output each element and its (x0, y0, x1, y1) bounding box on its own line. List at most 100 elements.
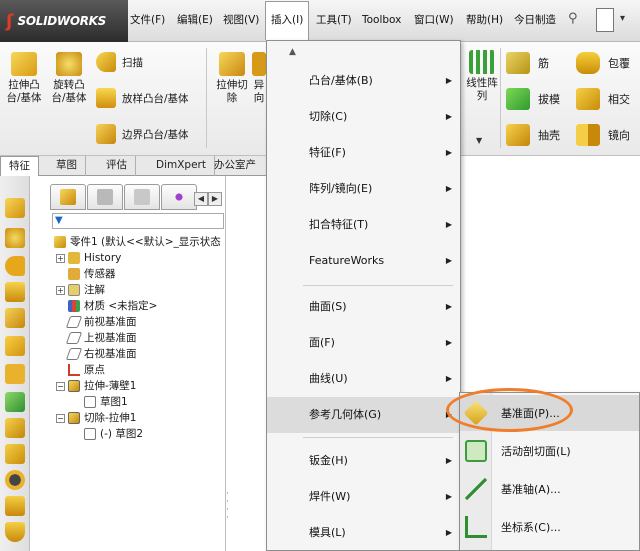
menu-window[interactable]: 窗口(W) (414, 0, 454, 40)
tree-item-front-plane[interactable]: 前视基准面 (65, 314, 137, 330)
menu-item-face[interactable]: 面(F) ▶ (267, 325, 460, 361)
propertymanager-tab[interactable] (87, 184, 123, 210)
delete-body-icon[interactable] (5, 470, 25, 490)
submenu-item-live-section-plane[interactable]: 活动剖切面(L) (460, 433, 639, 469)
tree-filter-field[interactable]: ▼ (52, 213, 224, 229)
menu-item-pattern-mirror[interactable]: 阵列/镜向(E) ▶ (267, 171, 460, 207)
intersect-button[interactable]: 相交 (576, 88, 630, 110)
plane-icon[interactable] (5, 364, 25, 384)
nav-right-icon[interactable]: ▶ (208, 192, 222, 206)
shell-icon[interactable] (5, 418, 25, 438)
revolve-boss-button[interactable]: 旋转凸 台/基体 (48, 52, 90, 105)
tab-dimxpert[interactable]: DimXpert (148, 156, 215, 176)
submenu-item-coordinate-system[interactable]: 坐标系(C)... (460, 509, 639, 545)
submenu-item-axis[interactable]: 基准轴(A)... (460, 471, 639, 507)
menu-item-fastening-feature[interactable]: 扣合特征(T) ▶ (267, 207, 460, 243)
tree-item-origin[interactable]: 原点 (68, 362, 105, 378)
tree-item-cut-extrude1[interactable]: − 切除-拉伸1 (56, 410, 136, 426)
menu-item-cut[interactable]: 切除(C) ▶ (267, 99, 460, 135)
tree-item-history[interactable]: + History (56, 250, 121, 266)
expand-icon[interactable]: + (56, 285, 65, 295)
menu-made-today[interactable]: 今日制造 (514, 0, 556, 40)
boundary-boss-button[interactable]: 边界凸台/基体 (96, 124, 189, 144)
menu-help[interactable]: 帮助(H) (466, 0, 503, 40)
extrude-feature-icon (68, 380, 80, 392)
loft-icon[interactable] (5, 282, 25, 302)
draft-icon[interactable] (5, 392, 25, 412)
menu-item-sheet-metal[interactable]: 钣金(H) ▶ (267, 443, 460, 479)
insert-menu-dropdown: ▲ 凸台/基体(B) ▶ 切除(C) ▶ 特征(F) ▶ 阵列/镜向(E) ▶ 扣合特征… (266, 40, 461, 551)
extrude-cut-button[interactable]: 拉伸切 除 (211, 52, 253, 105)
tree-item-top-plane[interactable]: 上视基准面 (65, 330, 137, 346)
tree-item-material[interactable]: 材质 <未指定> (68, 298, 157, 314)
shell-button[interactable]: 抽壳 (506, 124, 560, 146)
rib-button[interactable]: 筋 (506, 52, 549, 74)
split-icon[interactable] (5, 522, 25, 542)
ribbon-separator (500, 48, 501, 148)
revolve-icon[interactable] (5, 228, 25, 248)
scroll-up-icon[interactable]: ▲ (289, 47, 296, 57)
configurationmanager-tab[interactable] (124, 184, 160, 210)
menu-item-weldments[interactable]: 焊件(W) ▶ (267, 479, 460, 515)
tab-evaluate[interactable]: 评估 (98, 156, 136, 176)
pin-icon[interactable]: ⚲ (568, 11, 582, 29)
menu-file[interactable]: 文件(F) (130, 0, 165, 40)
menu-item-curve[interactable]: 曲线(U) ▶ (267, 361, 460, 397)
sweep-button[interactable]: 扫描 (96, 52, 143, 72)
menu-tools[interactable]: 工具(T) (316, 0, 352, 40)
sketch-icon (84, 396, 96, 408)
dimxpert-tab[interactable] (161, 184, 197, 210)
chevron-down-icon[interactable]: ▾ (620, 13, 625, 24)
collapse-icon[interactable]: − (56, 413, 65, 423)
wrap-icon[interactable] (5, 444, 25, 464)
loft-icon (96, 88, 116, 108)
command-tabs: 特征 草图 评估 DimXpert 办公室产品 (0, 156, 268, 190)
plane-icon (65, 316, 83, 328)
hole-wizard-button[interactable]: 异 向 (252, 52, 266, 105)
tab-sketch[interactable]: 草图 (48, 156, 86, 176)
loft-boss-button[interactable]: 放样凸台/基体 (96, 88, 189, 108)
menu-view[interactable]: 视图(V) (223, 0, 259, 40)
tree-item-right-plane[interactable]: 右视基准面 (65, 346, 137, 362)
collapse-icon[interactable]: − (56, 381, 65, 391)
combine-icon[interactable] (5, 496, 25, 516)
menu-toolbox[interactable]: Toolbox (362, 0, 401, 40)
sweep-icon[interactable] (5, 256, 25, 276)
submenu-arrow-icon: ▶ (445, 338, 452, 347)
featuremanager-tab[interactable] (50, 184, 86, 210)
tree-item-extrude-thin1[interactable]: − 拉伸-薄壁1 (56, 378, 136, 394)
tree-item-sensors[interactable]: 传感器 (68, 266, 116, 282)
submenu-item-plane[interactable]: 基准面(P)... (460, 395, 639, 431)
tree-item-sketch2[interactable]: (-) 草图2 (84, 426, 143, 442)
panel-resize-grip[interactable]: · · · · (226, 490, 234, 530)
menu-item-surface[interactable]: 曲面(S) ▶ (267, 289, 460, 325)
linear-pattern-button[interactable]: 线性阵 列 (462, 50, 502, 103)
menu-item-featureworks[interactable]: FeatureWorks ▶ (267, 243, 460, 279)
menu-item-molds[interactable]: 模具(L) ▶ (267, 515, 460, 551)
fillet-icon[interactable] (5, 336, 25, 356)
tab-features[interactable]: 特征 (0, 156, 39, 177)
extrude-icon[interactable] (5, 198, 25, 218)
extrude-boss-button[interactable]: 拉伸凸 台/基体 (4, 52, 44, 105)
app-logo[interactable]: ʃ SOLIDWORKS (0, 0, 128, 42)
pattern-dropdown-icon[interactable]: ▼ (476, 136, 482, 145)
draft-button[interactable]: 拔模 (506, 88, 560, 110)
tree-root-part[interactable]: 零件1 (默认<<默认>_显示状态 (54, 234, 221, 250)
feature-manager-panel: ◀ ▶ ▼ 零件1 (默认<<默认>_显示状态 + History 传感器 + … (30, 176, 226, 551)
wrap-button[interactable]: 包覆 (576, 52, 630, 74)
menu-insert[interactable]: 插入(I) (271, 0, 303, 40)
tree-item-annotations[interactable]: + 注解 (56, 282, 105, 298)
menu-item-boss-base[interactable]: 凸台/基体(B) ▶ (267, 63, 460, 99)
boundary-icon[interactable] (5, 308, 25, 328)
menu-edit[interactable]: 编辑(E) (177, 0, 213, 40)
menu-item-features[interactable]: 特征(F) ▶ (267, 135, 460, 171)
tab-office-products[interactable]: 办公室产品 (206, 156, 268, 190)
expand-icon[interactable]: + (56, 253, 65, 263)
tree-item-sketch1[interactable]: 草图1 (84, 394, 128, 410)
new-document-icon[interactable] (596, 8, 614, 32)
nav-left-icon[interactable]: ◀ (194, 192, 208, 206)
submenu-arrow-icon: ▶ (445, 374, 452, 383)
menu-item-reference-geometry[interactable]: 参考几何体(G) ▶ (267, 397, 460, 433)
draft-icon (506, 88, 530, 110)
mirror-button[interactable]: 镜向 (576, 124, 630, 146)
